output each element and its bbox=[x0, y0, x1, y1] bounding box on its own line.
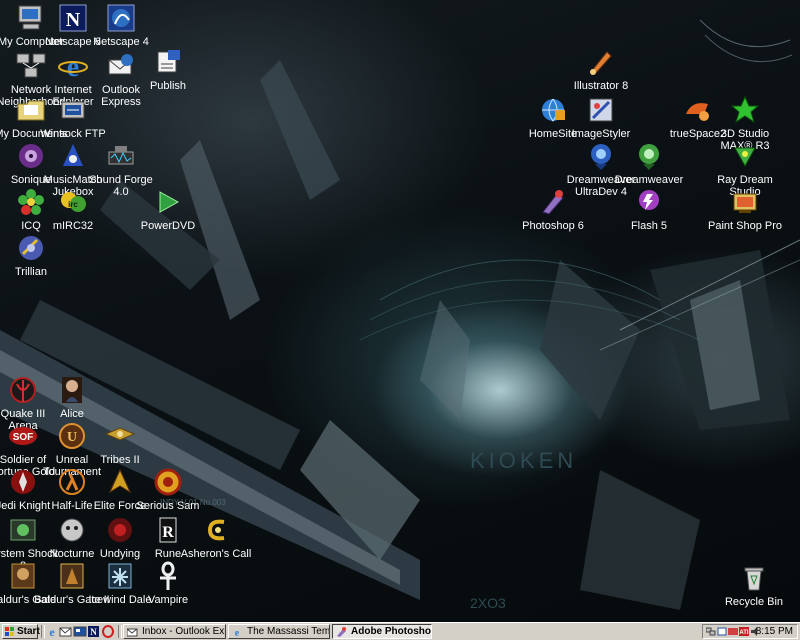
netscape-navigator-icon bbox=[107, 4, 135, 32]
quicklaunch-ie-icon[interactable]: e bbox=[45, 625, 59, 638]
asherons-call-icon bbox=[207, 519, 225, 541]
svg-text:e: e bbox=[49, 625, 55, 638]
imagestyler-icon bbox=[589, 98, 613, 122]
svg-text:SOF: SOF bbox=[13, 432, 34, 443]
task-button-photoshop[interactable]: Adobe Photoshop bbox=[332, 624, 432, 639]
desktop-icon-paint-shop-pro[interactable]: Paint Shop Pro bbox=[707, 186, 783, 232]
desktop-icon-illustrator-8[interactable]: Illustrator 8 bbox=[563, 46, 639, 92]
network-tray-icon[interactable] bbox=[706, 627, 716, 636]
svg-text:N: N bbox=[90, 627, 97, 637]
taskbar-separator bbox=[118, 625, 122, 638]
wallpaper-text-code: 2XO3 bbox=[470, 595, 506, 611]
display-tray-icon[interactable] bbox=[728, 627, 738, 636]
svg-text:U: U bbox=[67, 430, 77, 445]
paint-shop-pro-icon bbox=[733, 193, 757, 213]
desktop-icon-netscape-4[interactable]: Netscape 4 bbox=[83, 2, 159, 48]
internet-explorer-icon: e bbox=[235, 628, 240, 637]
windows-flag-icon bbox=[5, 627, 14, 636]
desktop-icon-tribes-2[interactable]: Tribes II bbox=[82, 420, 158, 466]
powerdvd-icon bbox=[159, 191, 180, 213]
ray-dream-studio-icon bbox=[734, 147, 756, 168]
svg-text:ATI: ATI bbox=[739, 630, 749, 636]
task-button-massassi[interactable]: e The Massassi Temple: For... bbox=[228, 624, 330, 639]
desktop-icon-dreamweaver[interactable]: Dreamweaver bbox=[611, 140, 687, 186]
quicklaunch-netscape-icon[interactable]: N bbox=[87, 625, 101, 638]
system-tray: ATI 8:15 PM bbox=[702, 624, 798, 639]
alice-icon bbox=[62, 377, 82, 403]
desktop-icon-imagestyler[interactable]: ImageStyler bbox=[563, 94, 639, 140]
flash-icon bbox=[639, 190, 659, 210]
trillian-icon bbox=[19, 236, 43, 260]
svg-text:irc: irc bbox=[68, 200, 78, 209]
svg-text:e: e bbox=[67, 52, 79, 82]
desktop-icon-asherons-call[interactable]: Asheron's Call bbox=[178, 514, 254, 560]
taskbar: Start e N Inbox - Outlook Express e The … bbox=[0, 622, 800, 640]
quicklaunch-desktop-icon[interactable] bbox=[73, 625, 87, 638]
desktop-icon-serious-sam[interactable]: Serious Sam bbox=[130, 466, 206, 512]
svg-text:e: e bbox=[235, 628, 240, 637]
sound-forge-icon bbox=[108, 146, 134, 165]
ati-tray-icon[interactable]: ATI bbox=[739, 627, 749, 636]
serious-sam-icon bbox=[154, 468, 182, 496]
dreamweaver-icon bbox=[639, 144, 659, 170]
desktop-icon-flash-5[interactable]: Flash 5 bbox=[611, 186, 687, 232]
recycle-bin-icon bbox=[744, 567, 764, 591]
desktop-icon-photoshop-6[interactable]: Photoshop 6 bbox=[515, 186, 591, 232]
desktop-icon-powerdvd[interactable]: PowerDVD bbox=[130, 186, 206, 232]
tribes-icon bbox=[104, 427, 136, 441]
start-button[interactable]: Start bbox=[2, 624, 40, 639]
wallpaper-text-kioken: KIOKEN bbox=[470, 448, 577, 473]
task-button-outlook[interactable]: Inbox - Outlook Express bbox=[123, 624, 226, 639]
desktop-icon-trillian[interactable]: Trillian bbox=[0, 232, 69, 278]
taskbar-clock[interactable]: 8:15 PM bbox=[756, 625, 793, 638]
publish-icon bbox=[157, 50, 180, 73]
start-label: Start bbox=[17, 626, 40, 637]
scheduler-tray-icon[interactable] bbox=[717, 627, 727, 636]
desktop-icon-publish[interactable]: Publish bbox=[130, 46, 206, 92]
photoshop-icon bbox=[542, 190, 564, 215]
photoshop-icon bbox=[337, 627, 346, 637]
desktop-icon-vampire[interactable]: Vampire bbox=[130, 560, 206, 606]
desktop-icon-recycle-bin[interactable]: Recycle Bin bbox=[716, 562, 792, 608]
illustrator-icon bbox=[590, 51, 612, 75]
outlook-express-icon bbox=[127, 628, 138, 637]
vampire-ankh-icon bbox=[160, 561, 176, 590]
svg-text:R: R bbox=[162, 524, 174, 541]
quicklaunch-outlook-icon[interactable] bbox=[59, 625, 73, 638]
quicklaunch-opera-icon[interactable] bbox=[101, 625, 115, 638]
desktop-icon-alice[interactable]: Alice bbox=[34, 374, 110, 420]
svg-text:N: N bbox=[66, 9, 81, 31]
3d-studio-max-icon bbox=[730, 95, 760, 124]
